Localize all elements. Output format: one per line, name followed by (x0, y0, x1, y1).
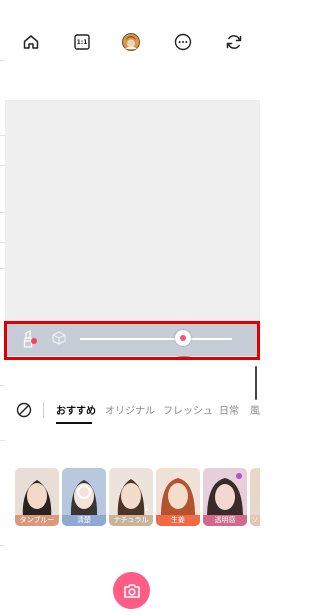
filter-label: 清楚 (62, 515, 106, 526)
filter-label: タンプルー (15, 515, 59, 526)
filter-label: 生姜 (156, 515, 200, 526)
filter-thumb-5[interactable]: 透明感 (203, 468, 247, 526)
camera-preview[interactable] (5, 100, 260, 322)
lipstick-button[interactable] (21, 329, 39, 349)
slider-track[interactable] (80, 338, 232, 340)
aspect-ratio-label: 1:1 (76, 38, 88, 46)
filter-thumb-3[interactable]: ↓ ナチュラル (109, 468, 153, 526)
filter-list: タンプルー 清楚 ↓ ナチュラル 生姜 透明感 ソ (0, 468, 260, 528)
shutter-button[interactable] (113, 572, 150, 609)
cube-icon (52, 331, 66, 345)
tab-fresh[interactable]: フレッシュ (163, 402, 213, 417)
tab-recommended[interactable]: おすすめ (56, 402, 96, 417)
filter-thumb-2[interactable]: 清楚 (62, 468, 106, 526)
no-filter-icon (16, 402, 32, 418)
category-tabs: おすすめ オリジナル フレッシュ 日常 風 (0, 392, 260, 428)
tab-original[interactable]: オリジナル (105, 402, 155, 417)
home-icon (23, 35, 39, 49)
home-button[interactable] (19, 30, 43, 54)
no-filter-button[interactable] (16, 402, 32, 418)
tab-style[interactable]: 風 (250, 402, 260, 417)
cube-button[interactable] (51, 330, 67, 346)
edge-tick (0, 545, 5, 546)
filter-label: ソ (250, 515, 260, 526)
filter-label: ナチュラル (109, 515, 153, 526)
edge-tick (0, 440, 5, 441)
filter-label: 透明感 (203, 515, 247, 526)
tab-divider (43, 402, 44, 418)
flip-camera-icon (226, 35, 242, 49)
beauty-effect-icon (122, 33, 140, 51)
camera-icon (123, 583, 140, 598)
filter-thumb-1[interactable]: タンプルー (15, 468, 59, 526)
top-toolbar: 1:1 (0, 0, 260, 90)
flip-camera-button[interactable] (222, 30, 246, 54)
active-tab-underline (56, 422, 92, 424)
slider-shadow (175, 356, 193, 360)
tab-daily[interactable]: 日常 (219, 402, 239, 417)
aspect-ratio-button[interactable]: 1:1 (70, 30, 94, 54)
lipstick-icon (23, 330, 37, 348)
edge-tick (0, 385, 5, 386)
more-button[interactable] (171, 30, 195, 54)
more-icon (174, 33, 192, 51)
beauty-effect-button[interactable] (119, 30, 143, 54)
filter-thumb-6[interactable]: ソ (250, 468, 260, 526)
filter-thumb-4[interactable]: 生姜 (156, 468, 200, 526)
download-icon: ↓ (143, 504, 150, 513)
slider-knob-dot (180, 335, 187, 341)
